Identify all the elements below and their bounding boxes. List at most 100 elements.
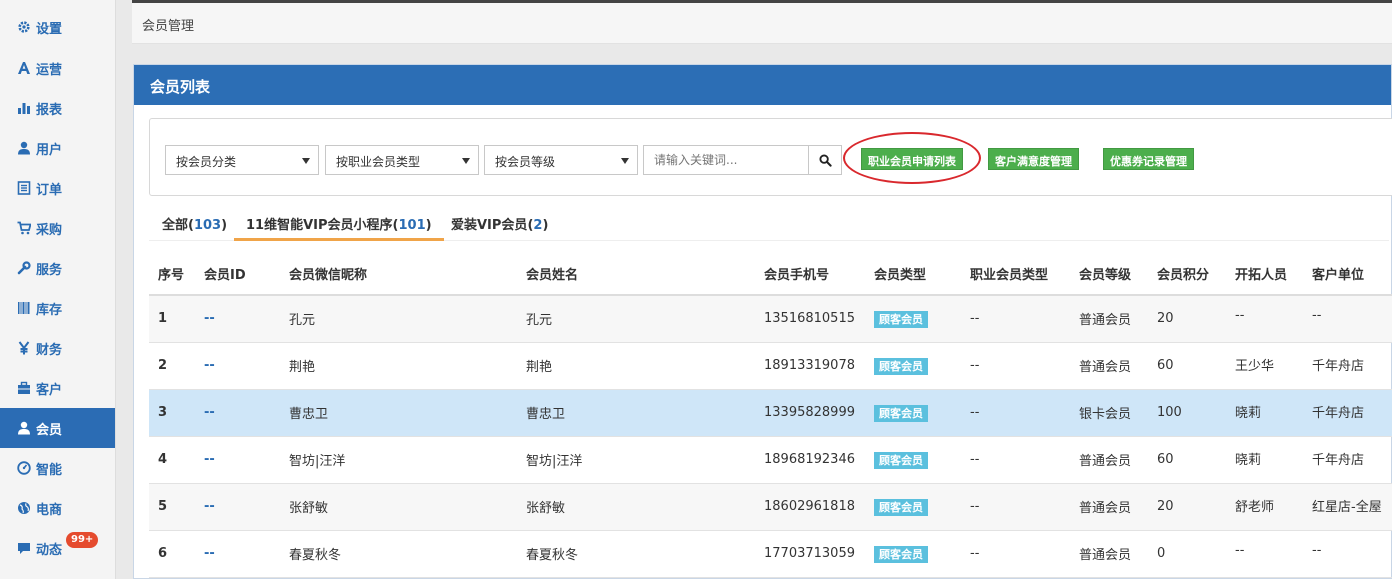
cell-nickname: 曹忠卫 — [280, 389, 517, 437]
tab-aizhuang[interactable]: 爱装VIP会员(2) — [451, 205, 548, 241]
tab-all[interactable]: 全部(103) — [162, 205, 227, 241]
cell-name: 荆艳 — [517, 342, 755, 390]
sidebar-item-label: 会员 — [36, 422, 63, 438]
cell-points: 60 — [1148, 342, 1226, 390]
column-header: 客户单位 — [1303, 252, 1392, 296]
cell-type: 顾客会员 — [865, 530, 961, 578]
member-type-tag: 顾客会员 — [874, 498, 928, 516]
cell-level: 普通会员 — [1070, 436, 1148, 484]
member-type-tag: 顾客会员 — [874, 451, 928, 469]
cell-points: 0 — [1148, 530, 1226, 578]
cell-level: 普通会员 — [1070, 483, 1148, 531]
sidebar-item-label: 智能 — [36, 462, 63, 478]
member-list-panel: 会员列表 按会员分类 按职业会员类型 按会员等级 职业会员申请列表 客户满意度管… — [133, 64, 1392, 579]
cell-unit: -- — [1303, 295, 1392, 343]
member-type-tag: 顾客会员 — [874, 310, 928, 328]
sidebar-item-label: 电商 — [36, 502, 63, 518]
cart-icon — [17, 221, 31, 235]
table-row[interactable]: 4 -- 智坊|汪洋 智坊|汪洋 18968192346 顾客会员 -- 普通会员 60 晓莉 千年… — [149, 436, 1392, 484]
satisfaction-button[interactable]: 客户满意度管理 — [988, 148, 1079, 170]
user-icon — [17, 421, 31, 435]
caret-down-icon — [621, 158, 629, 164]
search-button[interactable] — [808, 145, 842, 175]
sidebar-item-label: 采购 — [36, 222, 63, 238]
sidebar-item-1[interactable]: 运营 — [0, 48, 115, 88]
cell-developer: 王少华 — [1226, 342, 1303, 390]
panel-title: 会员列表 — [134, 65, 1391, 105]
cell-phone: 18913319078 — [755, 342, 865, 390]
globe-icon — [17, 501, 31, 515]
sidebar-item-label: 设置 — [36, 21, 63, 37]
sidebar-item-8[interactable]: 财务 — [0, 328, 115, 368]
cell-type: 顾客会员 — [865, 436, 961, 484]
cell-seq: 3 — [149, 389, 195, 437]
cell-id[interactable]: -- — [195, 295, 280, 343]
sidebar-item-label: 报表 — [36, 102, 63, 118]
cell-id[interactable]: -- — [195, 530, 280, 578]
cell-developer: -- — [1226, 530, 1303, 578]
cell-pro_type: -- — [961, 295, 1070, 343]
cell-pro_type: -- — [961, 483, 1070, 531]
sidebar-item-label: 服务 — [36, 262, 63, 278]
member-tabs: 全部(103) 11维智能VIP会员小程序(101) 爱装VIP会员(2) — [149, 205, 1389, 241]
cell-type: 顾客会员 — [865, 295, 961, 343]
cell-nickname: 张舒敏 — [280, 483, 517, 531]
cell-unit: 红星店-全屋 — [1303, 483, 1392, 531]
cell-points: 20 — [1148, 295, 1226, 343]
search-icon — [818, 153, 832, 167]
sidebar-item-6[interactable]: 服务 — [0, 248, 115, 288]
coupon-records-button[interactable]: 优惠券记录管理 — [1103, 148, 1194, 170]
cell-phone: 17703713059 — [755, 530, 865, 578]
member-level-select[interactable]: 按会员等级 — [484, 145, 638, 175]
cell-id[interactable]: -- — [195, 436, 280, 484]
cell-seq: 2 — [149, 342, 195, 390]
yen-icon — [17, 341, 31, 355]
table-row[interactable]: 1 -- 孔元 孔元 13516810515 顾客会员 -- 普通会员 20 -- -- — [149, 295, 1392, 343]
member-category-select[interactable]: 按会员分类 — [165, 145, 319, 175]
breadcrumb: 会员管理 — [142, 19, 195, 34]
professional-type-select[interactable]: 按职业会员类型 — [325, 145, 479, 175]
cell-phone: 18602961818 — [755, 483, 865, 531]
column-header: 开拓人员 — [1226, 252, 1303, 296]
sidebar-item-label: 运营 — [36, 62, 63, 78]
caret-down-icon — [302, 158, 310, 164]
cell-seq: 5 — [149, 483, 195, 531]
cell-name: 张舒敏 — [517, 483, 755, 531]
sidebar-item-3[interactable]: 用户 — [0, 128, 115, 168]
cell-type: 顾客会员 — [865, 389, 961, 437]
cell-pro_type: -- — [961, 436, 1070, 484]
search-input[interactable] — [643, 145, 809, 175]
apply-list-button[interactable]: 职业会员申请列表 — [861, 148, 963, 170]
sidebar-item-11[interactable]: 智能 — [0, 448, 115, 488]
cell-level: 普通会员 — [1070, 295, 1148, 343]
cell-developer: -- — [1226, 295, 1303, 343]
wrench-icon — [17, 261, 31, 275]
briefcase-icon — [17, 381, 31, 395]
sidebar-item-label: 订单 — [36, 182, 63, 198]
cell-seq: 4 — [149, 436, 195, 484]
cell-nickname: 孔元 — [280, 295, 517, 343]
sidebar-item-12[interactable]: 电商 — [0, 488, 115, 528]
table-row[interactable]: 2 -- 荆艳 荆艳 18913319078 顾客会员 -- 普通会员 60 王少华 千年舟店 — [149, 342, 1392, 390]
table-row[interactable]: 3 -- 曹忠卫 曹忠卫 13395828999 顾客会员 -- 银卡会员 100 晓莉 千年舟店 — [149, 389, 1392, 437]
cell-unit: 千年舟店 — [1303, 436, 1392, 484]
table-row[interactable]: 5 -- 张舒敏 张舒敏 18602961818 顾客会员 -- 普通会员 20 舒老师 红星店-全… — [149, 483, 1392, 531]
sidebar-item-label: 客户 — [36, 382, 63, 398]
cell-id[interactable]: -- — [195, 389, 280, 437]
sidebar-item-2[interactable]: 报表 — [0, 88, 115, 128]
sidebar: 设置运营报表用户订单采购服务库存 财务客户会员智能电商动态 99+ — [0, 0, 116, 579]
table-row[interactable]: 6 -- 春夏秋冬 春夏秋冬 17703713059 顾客会员 -- 普通会员 0 -- -- — [149, 530, 1392, 578]
sidebar-item-0[interactable]: 设置 — [0, 0, 115, 48]
sidebar-item-4[interactable]: 订单 — [0, 168, 115, 208]
sidebar-item-9[interactable]: 客户 — [0, 368, 115, 408]
cell-id[interactable]: -- — [195, 342, 280, 390]
column-header: 会员等级 — [1070, 252, 1148, 296]
cell-id[interactable]: -- — [195, 483, 280, 531]
tab-mini-program[interactable]: 11维智能VIP会员小程序(101) — [234, 205, 444, 241]
column-header: 会员手机号 — [755, 252, 865, 296]
sidebar-item-10[interactable]: 会员 — [0, 408, 115, 448]
bar-chart-icon — [17, 101, 31, 115]
sidebar-item-5[interactable]: 采购 — [0, 208, 115, 248]
sidebar-item-13[interactable]: 动态 99+ — [0, 528, 115, 568]
sidebar-item-7[interactable]: 库存 — [0, 288, 115, 328]
